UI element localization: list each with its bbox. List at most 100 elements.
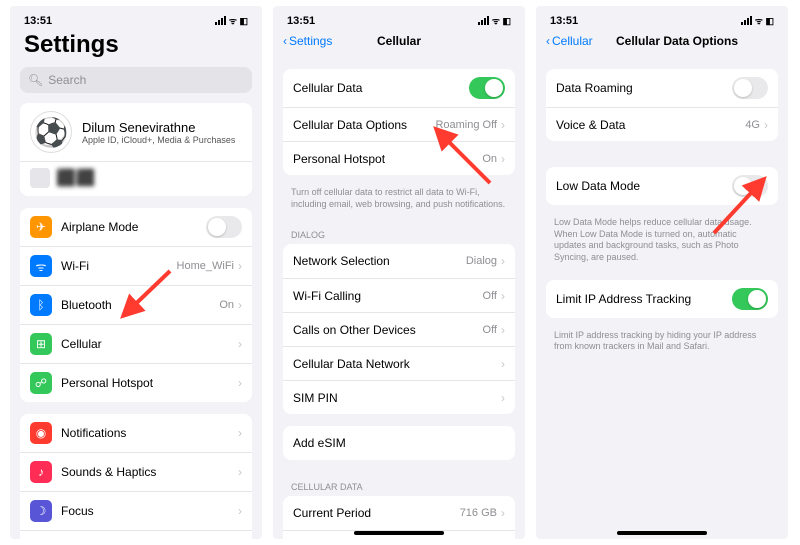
status-time: 13:51 (24, 15, 52, 27)
settings-row[interactable]: ᯤWi-FiHome_WiFi› (20, 246, 252, 285)
row-label: Focus (61, 504, 238, 518)
chevron-right-icon: › (501, 506, 505, 520)
chevron-right-icon: › (238, 376, 242, 390)
settings-row[interactable]: Current Period716 GB› (283, 496, 515, 530)
profile-name: Dilum Senevirathne (82, 120, 235, 135)
settings-row[interactable]: ♪ Sounds & Haptics› (20, 452, 252, 491)
toggle-switch[interactable] (206, 216, 242, 238)
row-label: Personal Hotspot (61, 376, 238, 390)
status-icons: ᯤ ◧ (215, 14, 248, 27)
settings-row[interactable]: ☍Personal Hotspot› (20, 363, 252, 402)
row-icon: ♪ (30, 461, 52, 483)
row-icon: ◉ (30, 422, 52, 444)
network-group: ✈Airplane ModeᯤWi-FiHome_WiFi›ᛒBluetooth… (20, 208, 252, 402)
row-icon: ✈ (30, 216, 52, 238)
nav-bar: ‹Settings Cellular (273, 29, 525, 55)
home-indicator[interactable] (617, 531, 707, 535)
chevron-right-icon: › (501, 118, 505, 132)
row-value: Dialog (466, 255, 497, 267)
toggle-switch[interactable] (469, 77, 505, 99)
row-icon: ☽ (30, 500, 52, 522)
row-icon: ⊞ (30, 333, 52, 355)
row-label: Sounds & Haptics (61, 465, 238, 479)
row-label: Limit IP Address Tracking (556, 292, 732, 306)
hint-text: Low Data Mode helps reduce cellular data… (536, 217, 788, 274)
notifications-group: ◉Notifications›♪ Sounds & Haptics› ☽ Focus ›… (20, 414, 252, 539)
chevron-right-icon: › (501, 391, 505, 405)
profile-icons[interactable]: ⬛⬛ (20, 161, 252, 196)
profile-sub: Apple ID, iCloud+, Media & Purchases (82, 135, 235, 145)
chevron-right-icon: › (764, 118, 768, 132)
toggle-switch[interactable] (732, 175, 768, 197)
search-input[interactable]: 🔍︎Search (20, 67, 252, 93)
row-label: Wi-Fi Calling (293, 289, 483, 303)
row-label: Airplane Mode (61, 220, 206, 234)
row-label: Wi-Fi (61, 259, 177, 273)
row-label: Cellular (61, 337, 238, 351)
toggle-switch[interactable] (732, 288, 768, 310)
settings-row[interactable]: Personal HotspotOn › (283, 141, 515, 175)
status-bar: 13:51 ᯤ ◧ (273, 6, 525, 29)
status-icons: ᯤ ◧ (478, 14, 511, 27)
chevron-right-icon: › (238, 465, 242, 479)
row-label: Calls on Other Devices (293, 323, 483, 337)
settings-row[interactable]: SIM PIN› (283, 380, 515, 414)
row-value: On (219, 299, 234, 311)
settings-row[interactable]: Voice & Data4G› (546, 107, 778, 141)
chevron-right-icon: › (501, 289, 505, 303)
add-esim-row[interactable]: Add eSIM (283, 426, 515, 460)
roaming-group: Data Roaming Voice & Data4G› (546, 69, 778, 141)
settings-row[interactable]: Wi-Fi CallingOff › (283, 278, 515, 312)
add-esim-group: Add eSIM (283, 426, 515, 460)
chevron-right-icon: › (501, 357, 505, 371)
toggle-switch[interactable] (732, 77, 768, 99)
row-value: Off (483, 324, 497, 336)
settings-row[interactable]: Calls on Other DevicesOff› (283, 312, 515, 346)
settings-row[interactable]: ⧗Screen Time› (20, 530, 252, 539)
cellular-main-group: Cellular DataCellular Data OptionsRoamin… (283, 69, 515, 175)
status-time: 13:51 (287, 15, 315, 27)
settings-row[interactable]: ⊞ Cellular› (20, 324, 252, 363)
low-data-group: Low Data Mode (546, 167, 778, 205)
settings-row[interactable]: ◉Notifications› (20, 414, 252, 452)
hint-text: Turn off cellular data to restrict all d… (273, 187, 525, 220)
status-bar: 13:51 ᯤ ◧ (536, 6, 788, 29)
ip-tracking-group: Limit IP Address Tracking (546, 280, 778, 318)
status-bar: 13:51 ᯤ ◧ (10, 6, 262, 29)
chevron-right-icon: › (238, 337, 242, 351)
settings-row[interactable]: Cellular Data Network› (283, 346, 515, 380)
search-icon: 🔍︎ (28, 73, 43, 87)
row-label: Cellular Data (293, 81, 469, 95)
row-value: On (482, 153, 497, 165)
row-icon: ᯤ (30, 255, 52, 277)
settings-row[interactable]: Low Data Mode (546, 167, 778, 205)
settings-row[interactable]: ☽Focus› (20, 491, 252, 530)
settings-row[interactable]: ᛒBluetoothOn› (20, 285, 252, 324)
row-value: Off (483, 290, 497, 302)
settings-row[interactable]: Limit IP Address Tracking (546, 280, 778, 318)
row-value: 716 GB (460, 507, 497, 519)
settings-row[interactable]: ✈ Airplane Mode (20, 208, 252, 246)
row-label: Network Selection (293, 254, 466, 268)
page-title: Settings (10, 29, 262, 67)
settings-row[interactable]: Network SelectionDialog › (283, 244, 515, 278)
settings-screen: 13:51 ᯤ ◧ Settings 🔍︎Search Dilum Senevi… (10, 6, 262, 539)
row-label: Voice & Data (556, 118, 745, 132)
row-label: Data Roaming (556, 81, 732, 95)
settings-row[interactable]: Data Roaming (546, 69, 778, 107)
home-indicator[interactable] (354, 531, 444, 535)
chevron-right-icon: › (501, 152, 505, 166)
row-label: Personal Hotspot (293, 152, 482, 166)
profile-card[interactable]: Dilum Senevirathne Apple ID, iCloud+, Me… (20, 103, 252, 196)
status-time: 13:51 (550, 15, 578, 27)
cellular-screen: 13:51 ᯤ ◧ ‹Settings Cellular Cellular Da… (273, 6, 525, 539)
section-header: CELLULAR DATA (273, 472, 525, 496)
status-icons: ᯤ ◧ (741, 14, 774, 27)
back-button[interactable]: ‹Settings (283, 34, 332, 48)
row-value: Roaming Off (435, 119, 497, 131)
settings-row[interactable]: Cellular Data OptionsRoaming Off› (283, 107, 515, 141)
settings-row[interactable]: Cellular Data (283, 69, 515, 107)
back-button[interactable]: ‹Cellular (546, 34, 593, 48)
chevron-right-icon: › (501, 254, 505, 268)
row-label: Low Data Mode (556, 179, 732, 193)
